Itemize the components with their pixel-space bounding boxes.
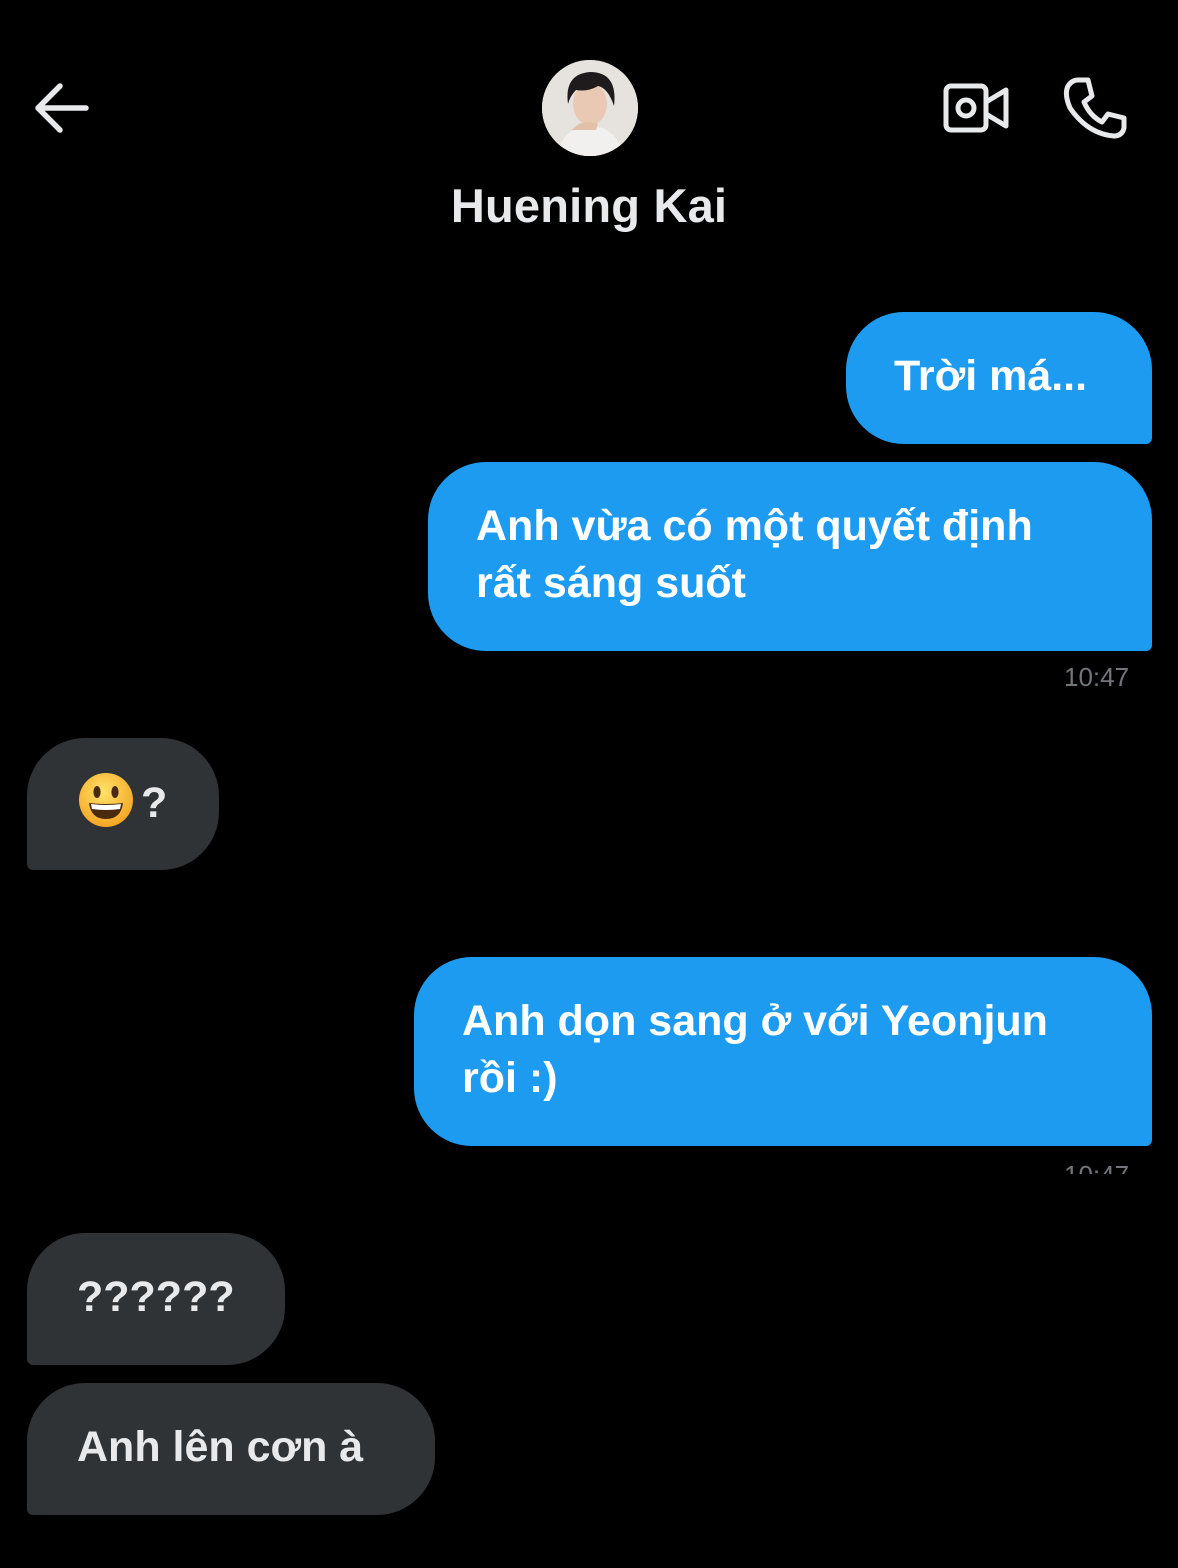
- message-text: Anh vừa có một quyết định rất sáng suốt: [476, 502, 1033, 607]
- avatar[interactable]: [542, 60, 638, 156]
- message-bubble-sent[interactable]: Trời má...: [846, 312, 1152, 444]
- message-text: Anh dọn sang ở với Yeonjun rồi :): [462, 997, 1048, 1102]
- video-call-button[interactable]: [940, 76, 1012, 140]
- message-bubble-received[interactable]: Anh lên cơn à: [27, 1383, 435, 1515]
- message-text: ?: [141, 778, 168, 827]
- message-text: Anh lên cơn à: [77, 1423, 364, 1471]
- message-bubble-sent[interactable]: Anh vừa có một quyết định rất sáng suốt: [428, 462, 1152, 651]
- message-text: Trời má...: [894, 352, 1088, 400]
- message-bubble-received[interactable]: ?: [27, 738, 219, 870]
- contact-name[interactable]: Huening Kai: [0, 178, 1178, 233]
- profile-avatar: [542, 60, 638, 156]
- message-bubble-sent[interactable]: Anh dọn sang ở với Yeonjun rồi :): [414, 957, 1152, 1146]
- message-timestamp: 10:47: [1064, 1160, 1152, 1174]
- phone-icon: [1063, 77, 1127, 139]
- message-text: ??????: [77, 1273, 235, 1321]
- grinning-face-emoji: [77, 771, 135, 829]
- message-timestamp: 10:47: [1064, 662, 1130, 688]
- video-camera-icon: [943, 83, 1009, 133]
- arrow-left-icon: [35, 83, 89, 133]
- back-button[interactable]: [28, 78, 94, 138]
- voice-call-button[interactable]: [1060, 74, 1130, 142]
- message-bubble-received[interactable]: ??????: [27, 1233, 285, 1365]
